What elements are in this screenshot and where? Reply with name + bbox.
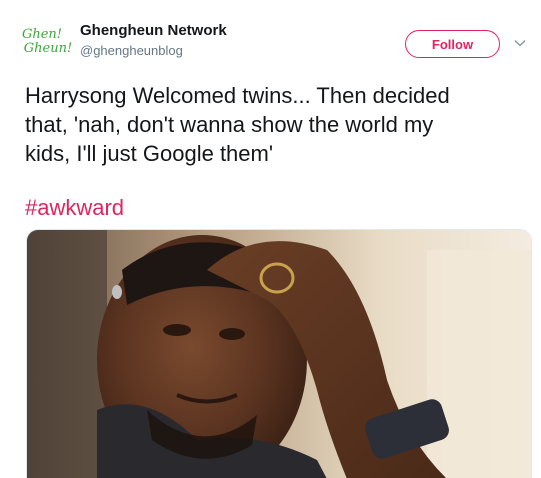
avatar-text-line2: Gheun!: [23, 41, 73, 56]
avatar-text-line1: Ghen!: [21, 27, 63, 42]
tweet-text: Harrysong Welcomed twins... Then decided…: [25, 81, 525, 168]
avatar[interactable]: Ghen! Gheun!: [21, 20, 73, 64]
more-options-button[interactable]: [513, 36, 527, 50]
hashtag-link[interactable]: #awkward: [25, 193, 124, 222]
follow-button[interactable]: Follow: [405, 30, 500, 58]
tweet-text-line-3: kids, I'll just Google them': [25, 141, 274, 166]
chevron-down-icon: [514, 39, 526, 47]
tweet-card: Ghen! Gheun! Ghengheun Network @ghengheu…: [0, 0, 541, 478]
tweet-text-line-2: that, 'nah, don't wanna show the world m…: [25, 112, 434, 137]
tweet-text-line-1: Harrysong Welcomed twins... Then decided: [25, 83, 450, 108]
photo-image: [27, 230, 531, 478]
author-display-name[interactable]: Ghengheun Network: [80, 22, 227, 39]
author-handle[interactable]: @ghengheunblog: [80, 43, 183, 58]
tweet-photo[interactable]: [26, 229, 532, 478]
